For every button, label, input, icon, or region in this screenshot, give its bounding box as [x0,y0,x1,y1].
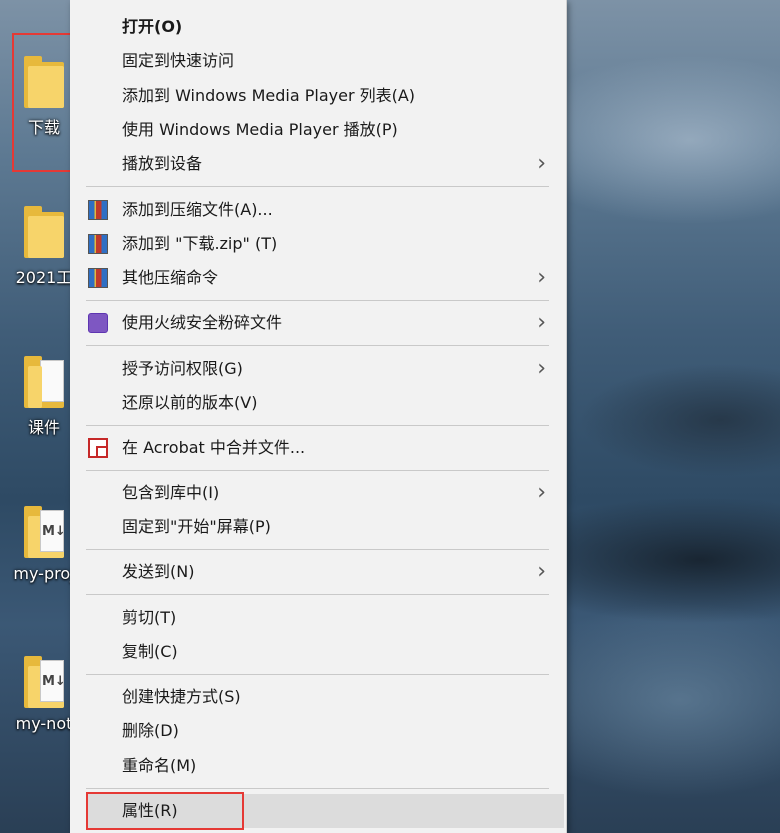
winrar-icon [88,268,108,288]
winrar-icon [88,200,108,220]
menu-item-rename[interactable]: 重命名(M) [86,749,564,783]
menu-item-cast-to-device[interactable]: 播放到设备 › [86,147,564,181]
chevron-right-icon: › [537,480,546,505]
menu-item-include-in-library[interactable]: 包含到库中(I) › [86,476,564,510]
menu-item-send-to[interactable]: 发送到(N) › [86,555,564,589]
context-menu: 打开(O) 固定到快速访问 添加到 Windows Media Player 列… [70,0,567,833]
menu-item-huorong-shred[interactable]: 使用火绒安全粉碎文件 › [86,306,564,340]
winrar-icon [88,234,108,254]
chevron-right-icon: › [537,310,546,335]
menu-separator [86,594,549,595]
menu-item-add-to-zip[interactable]: 添加到 "下载.zip" (T) [86,227,564,261]
annotation-box-downloads [12,33,78,172]
acrobat-icon [88,438,108,458]
menu-item-copy[interactable]: 复制(C) [86,635,564,669]
menu-item-add-to-archive[interactable]: 添加到压缩文件(A)... [86,193,564,227]
chevron-right-icon: › [537,559,546,584]
menu-item-other-compress[interactable]: 其他压缩命令 › [86,261,564,295]
menu-item-restore-versions[interactable]: 还原以前的版本(V) [86,386,564,420]
menu-item-cut[interactable]: 剪切(T) [86,601,564,635]
menu-separator [86,549,549,550]
menu-separator [86,674,549,675]
menu-item-play-wmp[interactable]: 使用 Windows Media Player 播放(P) [86,113,564,147]
markdown-folder-icon: M↓ [24,506,66,558]
menu-item-delete[interactable]: 删除(D) [86,714,564,748]
menu-separator [86,345,549,346]
shredder-icon [88,313,108,333]
chevron-right-icon: › [537,151,546,176]
menu-item-pin-quick-access[interactable]: 固定到快速访问 [86,44,564,78]
annotation-box-properties [86,792,244,830]
folder-icon [24,356,64,408]
menu-item-pin-to-start[interactable]: 固定到"开始"屏幕(P) [86,510,564,544]
menu-item-grant-access[interactable]: 授予访问权限(G) › [86,352,564,386]
chevron-right-icon: › [537,356,546,381]
menu-separator [86,425,549,426]
menu-item-create-shortcut[interactable]: 创建快捷方式(S) [86,680,564,714]
folder-icon [24,206,64,258]
markdown-folder-icon: M↓ [24,656,66,708]
menu-separator [86,788,549,789]
menu-item-open[interactable]: 打开(O) [86,10,564,44]
menu-item-add-to-wmp-list[interactable]: 添加到 Windows Media Player 列表(A) [86,79,564,113]
menu-separator [86,186,549,187]
menu-separator [86,300,549,301]
chevron-right-icon: › [537,265,546,290]
menu-item-acrobat-merge[interactable]: 在 Acrobat 中合并文件... [86,431,564,465]
menu-separator [86,470,549,471]
